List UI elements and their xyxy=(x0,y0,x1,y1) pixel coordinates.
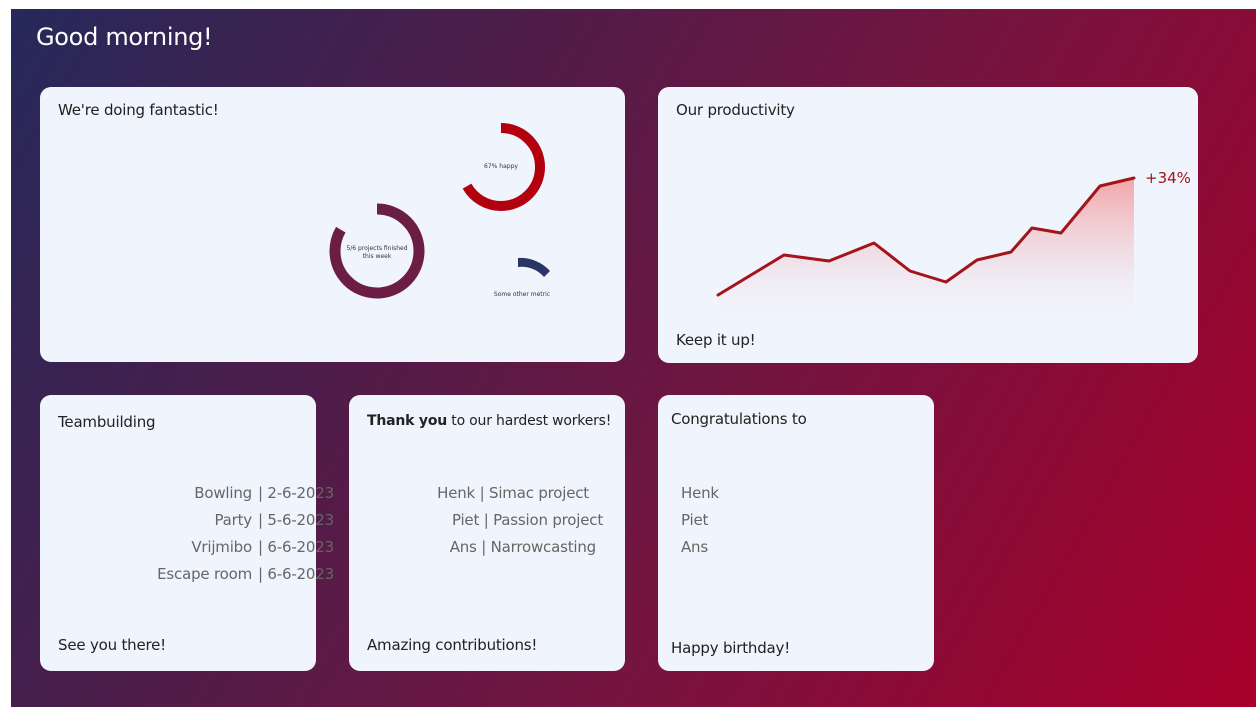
productivity-card-footer: Keep it up! xyxy=(676,331,756,349)
worker-row: Piet | Passion project xyxy=(451,511,603,529)
productivity-line-chart xyxy=(716,176,1136,317)
greeting-heading: Good morning! xyxy=(36,23,213,51)
event-row: Party xyxy=(215,511,253,529)
status-donuts xyxy=(329,123,550,299)
worker-row: Ans | Narrowcasting xyxy=(449,538,597,556)
other-metric-label: Some other metric xyxy=(493,291,551,298)
event-date: | 5-6-2023 xyxy=(258,511,334,529)
thanks-title-rest: to our hardest workers! xyxy=(447,413,612,429)
productivity-gain-value: +34% xyxy=(1145,169,1191,187)
event-name: Party xyxy=(214,511,253,529)
event-name: Escape room xyxy=(157,565,252,583)
thanks-card-title: Thank you to our hardest workers! xyxy=(367,413,611,429)
birthday-card-title: Congratulations to xyxy=(671,410,807,428)
event-date: | 6-6-2023 xyxy=(258,565,334,583)
event-name: Vrijmibo xyxy=(191,538,252,556)
thanks-card-footer: Amazing contributions! xyxy=(367,636,538,654)
happy-donut-label: 67% happy xyxy=(484,163,518,170)
event-row: Bowling xyxy=(194,484,252,502)
birthday-name: Henk xyxy=(681,484,719,502)
projects-donut-label: 5/6 projects finished this week xyxy=(342,245,412,261)
dashboard-screen: Good morning! We're doing fantastic! 67%… xyxy=(11,9,1256,707)
projects-donut-label-line1: 5/6 projects finished xyxy=(346,245,408,252)
status-card: We're doing fantastic! 67% happy 5/6 pro… xyxy=(40,87,625,362)
event-row: Escape room xyxy=(157,565,252,583)
worker-row: Henk | Simac project xyxy=(437,484,589,502)
productivity-area xyxy=(718,178,1134,317)
event-date: | 6-6-2023 xyxy=(258,538,334,556)
event-row: Vrijmibo xyxy=(191,538,252,556)
birthday-name: Piet xyxy=(681,511,709,529)
teambuilding-card: Teambuilding Bowling | 2-6-2023 Party | … xyxy=(40,395,334,671)
event-name: Bowling xyxy=(194,484,252,502)
birthday-name: Ans xyxy=(681,538,708,556)
projects-donut-label-line2: this week xyxy=(362,253,392,260)
other-metric-arc xyxy=(518,257,550,277)
birthday-card-footer: Happy birthday! xyxy=(671,639,791,657)
event-date: | 2-6-2023 xyxy=(258,484,334,502)
thanks-title-strong: Thank you xyxy=(367,413,448,429)
teambuilding-card-title: Teambuilding xyxy=(58,413,156,431)
productivity-card: Our productivity +34% Keep it up! xyxy=(658,87,1198,363)
teambuilding-card-footer: See you there! xyxy=(58,636,166,654)
thanks-card: Thank you to our hardest workers! Henk |… xyxy=(349,395,625,671)
birthday-card: Congratulations to Henk Piet Ans Happy b… xyxy=(658,395,934,671)
